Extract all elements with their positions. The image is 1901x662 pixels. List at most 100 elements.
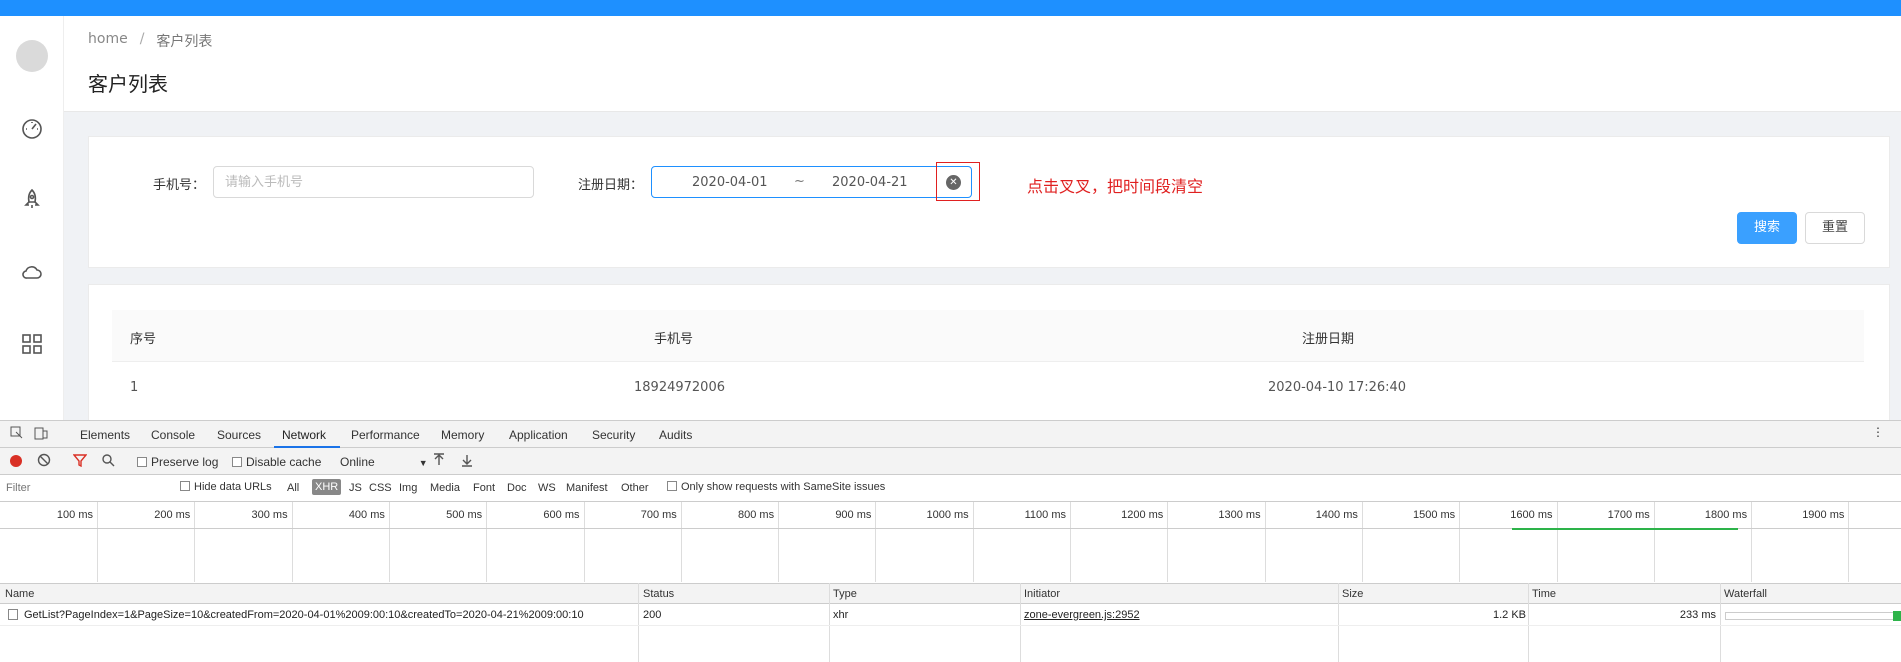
cell-date: 2020-04-10 17:26:40 [1268,380,1407,395]
breadcrumb-separator: / [139,31,145,47]
tab-application[interactable]: Application [509,428,568,442]
column-status[interactable]: Status [643,588,674,600]
search-button[interactable]: 搜索 [1737,212,1797,244]
timeline-tick-line [388,502,390,582]
tab-network[interactable]: Network [282,428,326,442]
highlight-box [936,162,980,201]
timeline-tick-label: 1800 ms [1704,509,1748,521]
type-filter-js[interactable]: JS [349,482,362,494]
request-type: xhr [833,609,849,621]
date-range-picker[interactable]: 2020-04-01 ~ 2020-04-21 ✕ [651,166,972,198]
throttle-select[interactable]: Online ▼ [340,455,428,469]
column-waterfall[interactable]: Waterfall [1724,588,1767,600]
timeline-tick-label: 1300 ms [1218,509,1261,521]
grid-icon[interactable] [20,332,44,356]
tab-sources[interactable]: Sources [217,428,261,442]
table-header: 序号 手机号 注册日期 [112,310,1864,362]
dashboard-icon[interactable] [20,116,44,140]
column-type[interactable]: Type [833,588,857,600]
tab-memory[interactable]: Memory [441,428,484,442]
more-menu-icon[interactable]: ⋮ [1872,425,1884,439]
search-icon[interactable] [101,453,115,470]
filter-icon[interactable] [72,453,88,470]
filter-input[interactable] [2,479,162,497]
export-har-icon[interactable] [461,453,473,470]
type-filter-doc[interactable]: Doc [507,482,527,494]
sidebar [0,16,64,420]
date-to[interactable]: 2020-04-21 [832,175,908,190]
hide-data-urls-box[interactable] [180,481,190,491]
filter-card [88,136,1890,268]
inspect-icon[interactable] [10,426,24,443]
breadcrumb-home[interactable]: home [88,31,128,51]
reset-button[interactable]: 重置 [1805,212,1865,244]
samesite-checkbox[interactable]: Only show requests with SameSite issues [667,481,885,493]
import-har-icon[interactable] [433,453,445,470]
disable-cache-checkbox[interactable]: Disable cache [232,455,321,469]
request-size: 1.2 KB [1492,609,1526,621]
hide-data-urls-checkbox[interactable]: Hide data URLs [180,481,272,493]
record-icon[interactable] [10,455,22,467]
timeline-tick-line [1167,502,1169,582]
column-initiator[interactable]: Initiator [1024,588,1060,600]
timeline-tick-line [778,502,780,582]
disable-cache-box[interactable] [232,457,242,467]
request-initiator-link[interactable]: zone-evergreen.js:2952 [1024,609,1140,621]
phone-label: 手机号： [153,178,206,193]
timeline-tick-label: 1200 ms [1121,509,1164,521]
page-header: home / 客户列表 客户列表 [64,16,1901,112]
timeline-tick-line [194,502,196,582]
timeline-tick-label: 500 ms [446,509,483,521]
request-row[interactable]: GetList?PageIndex=1&PageSize=10&createdF… [0,604,1901,626]
annotation-text: 点击叉叉，把时间段清空 [1027,177,1204,196]
tab-audits[interactable]: Audits [659,428,692,442]
column-time[interactable]: Time [1532,588,1556,600]
tab-console[interactable]: Console [151,428,195,442]
top-bar [0,0,1901,16]
column-name[interactable]: Name [5,588,34,600]
type-filter-img[interactable]: Img [399,482,417,494]
date-from[interactable]: 2020-04-01 [692,175,768,190]
samesite-box[interactable] [667,481,677,491]
avatar[interactable] [16,40,48,72]
type-filter-all[interactable]: All [287,482,299,494]
type-filter-css[interactable]: CSS [369,482,392,494]
type-filter-ws[interactable]: WS [538,482,556,494]
throttle-value: Online [340,455,375,469]
tab-security[interactable]: Security [592,428,635,442]
timeline-tick-label: 1600 ms [1510,509,1553,521]
cloud-icon[interactable] [20,260,44,284]
preserve-log-box[interactable] [137,457,147,467]
document-icon [8,609,18,620]
timeline-tick-label: 600 ms [543,509,580,521]
timeline-tick-label: 300 ms [251,509,288,521]
type-filter-other[interactable]: Other [621,482,649,494]
samesite-label: Only show requests with SameSite issues [681,481,886,493]
phone-input[interactable] [213,166,534,198]
timeline-tick-label: 700 ms [640,509,677,521]
clear-log-icon[interactable] [37,453,51,470]
column-size[interactable]: Size [1342,588,1363,600]
devtools-tabbar: Elements Console Sources Network Perform… [0,421,1901,448]
timeline-tick-label: 1100 ms [1024,509,1066,521]
timeline-tick-line [875,502,877,582]
type-filter-media[interactable]: Media [430,482,460,494]
column-header-date: 注册日期 [1302,332,1355,347]
tab-performance[interactable]: Performance [351,428,420,442]
timeline-tick-line [1361,502,1363,582]
preserve-log-checkbox[interactable]: Preserve log [137,455,218,469]
timeline-tick-line [1459,502,1461,582]
request-name[interactable]: GetList?PageIndex=1&PageSize=10&createdF… [24,609,584,621]
timeline-tick-label: 1900 ms [1802,509,1845,521]
breadcrumb-current: 客户列表 [156,34,213,50]
type-filter-xhr[interactable]: XHR [312,479,342,495]
table-row[interactable]: 1 18924972006 2020-04-10 17:26:40 [112,362,1864,420]
device-toggle-icon[interactable] [34,426,48,443]
timeline-request-bar [1512,528,1738,530]
timeline-tick-label: 200 ms [154,509,191,521]
tab-elements[interactable]: Elements [80,428,130,442]
timeline-tick-label: 1700 ms [1607,509,1650,521]
type-filter-font[interactable]: Font [473,482,495,494]
rocket-icon[interactable] [20,188,44,212]
type-filter-manifest[interactable]: Manifest [566,482,608,494]
